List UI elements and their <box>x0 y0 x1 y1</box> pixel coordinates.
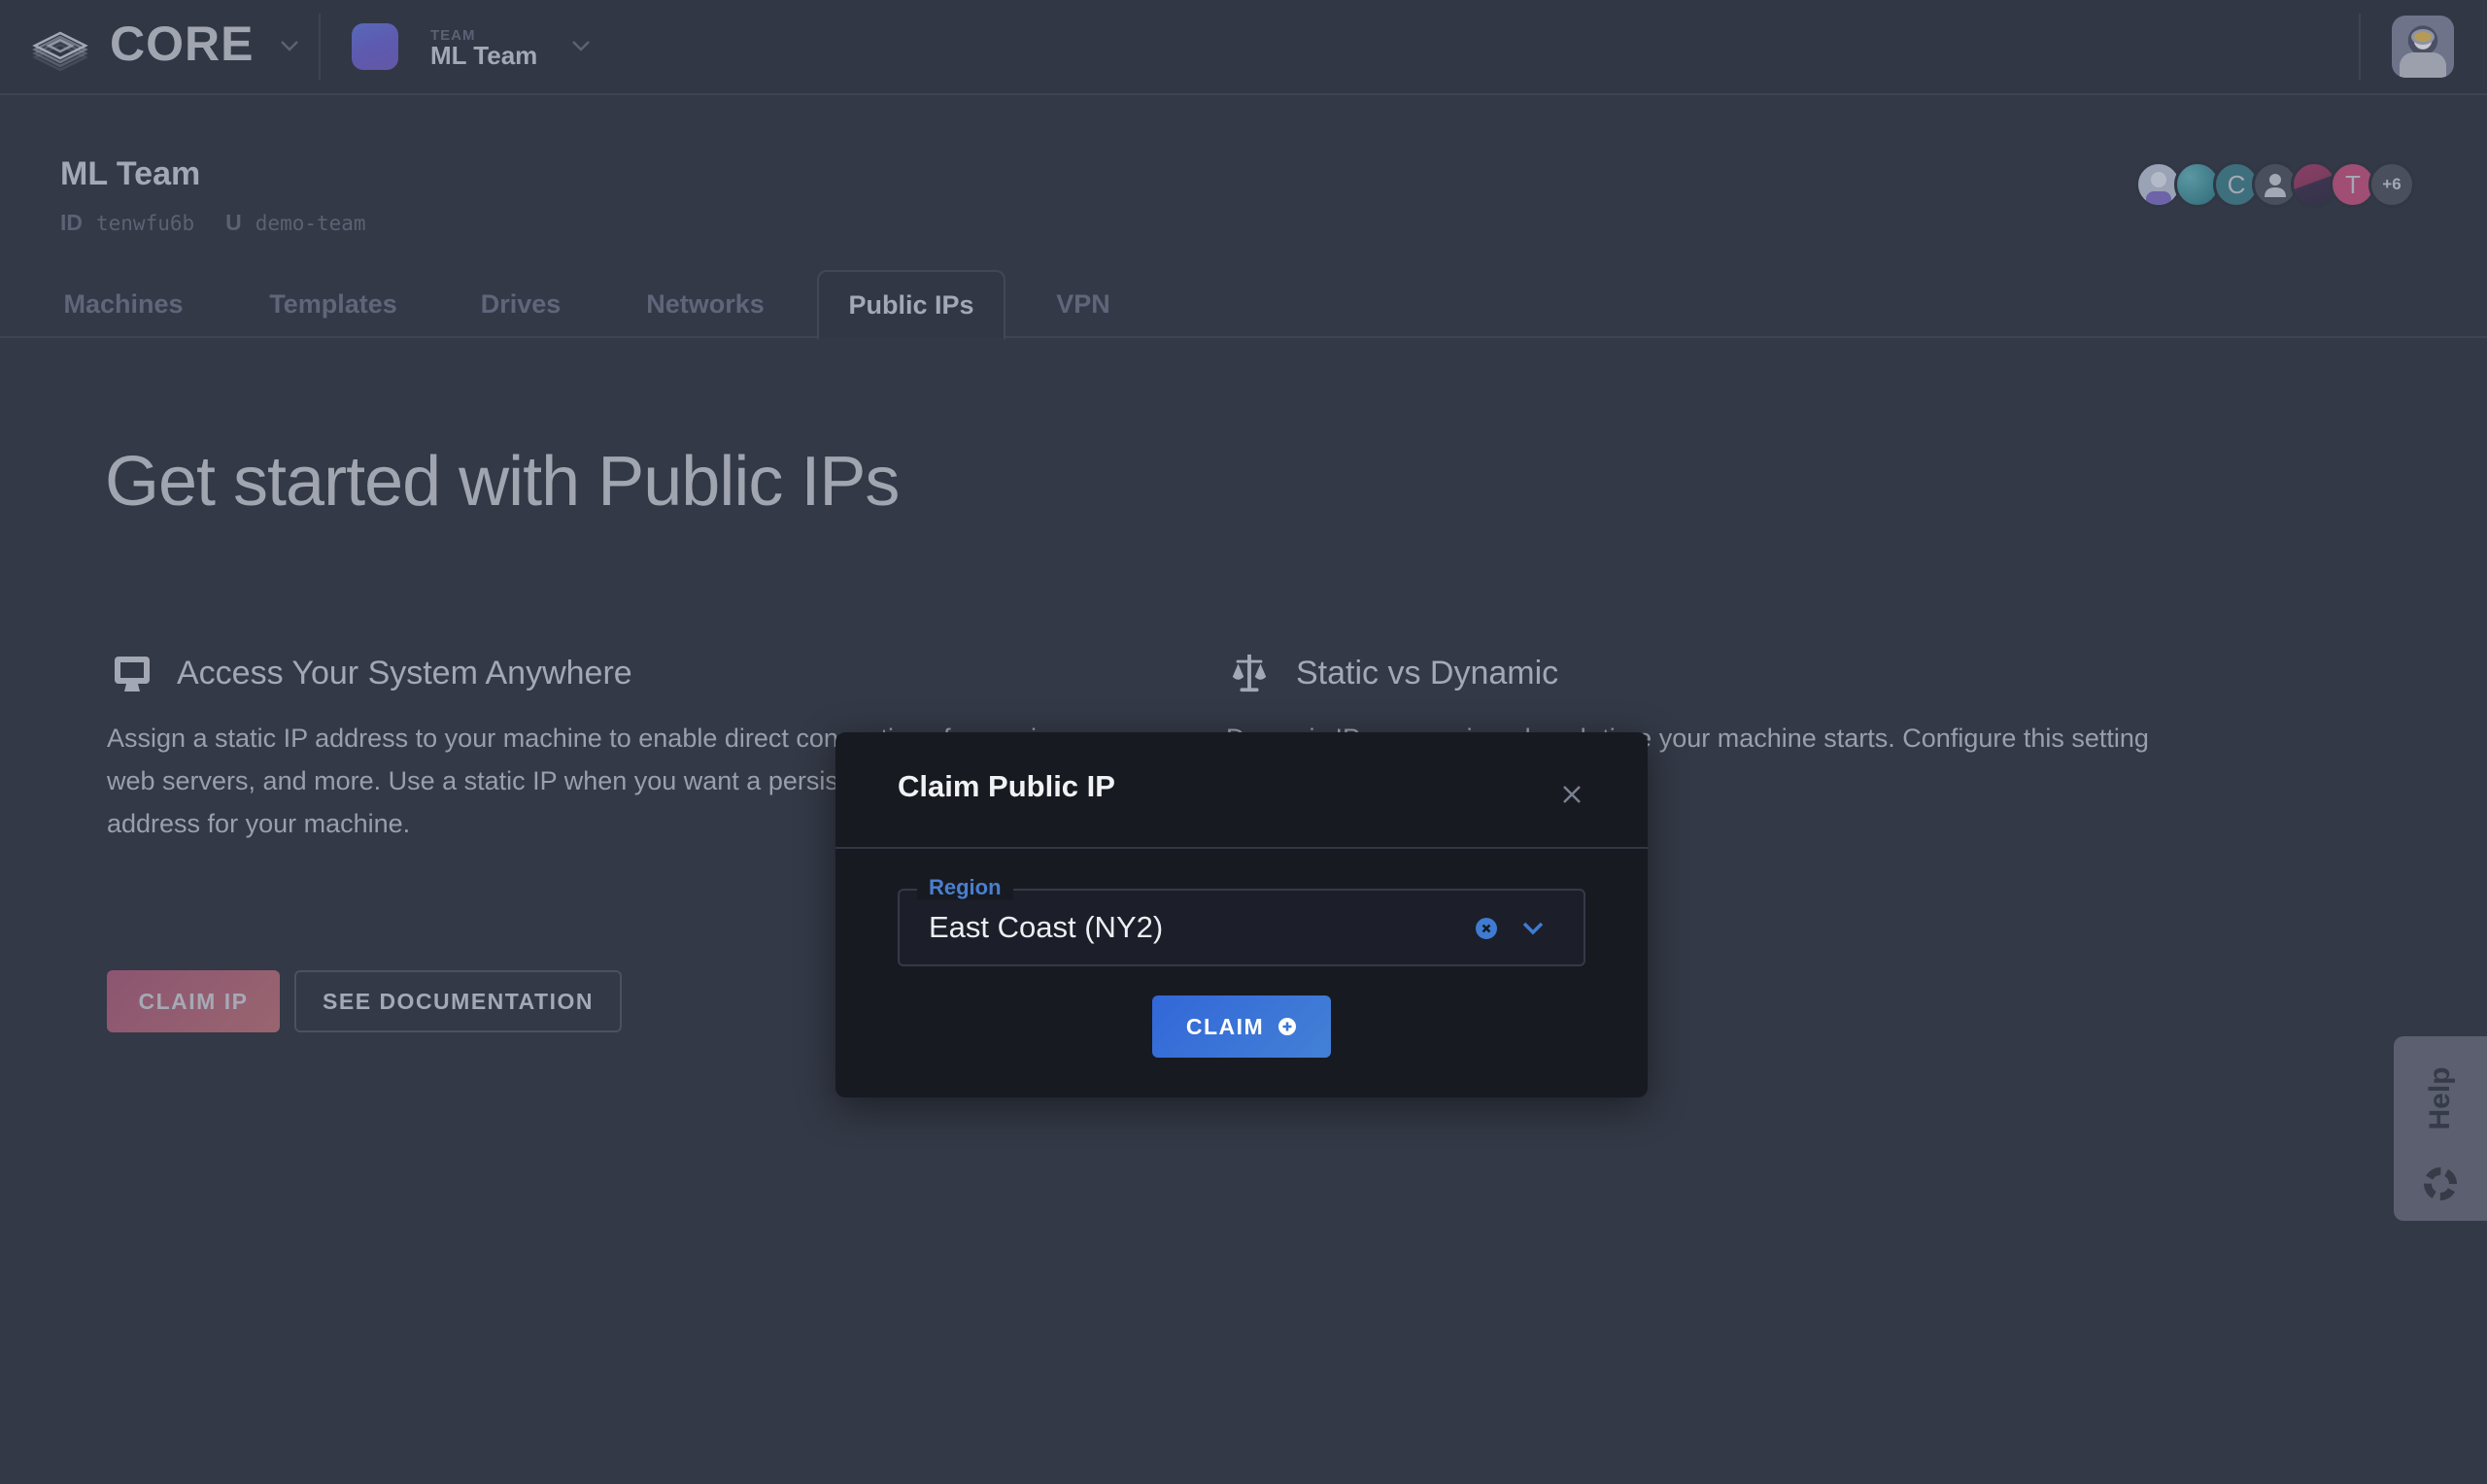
top-bar: CORE TEAM ML Team <box>0 0 2487 95</box>
hero-heading: Get started with Public IPs <box>105 443 900 521</box>
region-value: East Coast (NY2) <box>929 910 1164 944</box>
user-avatar[interactable] <box>2392 16 2454 78</box>
claim-label: CLAIM <box>1185 1013 1265 1039</box>
brand-name[interactable]: CORE <box>110 16 254 72</box>
more-members-badge[interactable]: +6 <box>2368 161 2415 208</box>
astronaut-suit <box>2400 52 2446 78</box>
close-icon <box>1563 786 1581 803</box>
chevron-down-icon[interactable] <box>1521 920 1545 937</box>
core-logo-icon <box>32 31 88 72</box>
monitor-icon <box>115 657 150 691</box>
team-meta: ID tenwfu6b U demo-team <box>60 210 384 236</box>
modal-divider <box>835 847 1648 849</box>
person-photo-icon <box>2146 172 2171 205</box>
see-documentation-button[interactable]: SEE DOCUMENTATION <box>294 970 622 1032</box>
feature-title: Access Your System Anywhere <box>177 655 632 691</box>
tab-bar: Machines Templates Drives Networks Publi… <box>0 270 2487 340</box>
claim-public-ip-modal: Claim Public IP Region East Coast (NY2) … <box>835 732 1648 1097</box>
divider <box>2359 14 2361 80</box>
divider <box>319 14 321 80</box>
chevron-down-icon[interactable] <box>279 39 300 52</box>
close-button[interactable] <box>1552 775 1591 814</box>
modal-title: Claim Public IP <box>898 769 1115 803</box>
claim-button[interactable]: CLAIM <box>1152 995 1331 1058</box>
chevron-down-icon[interactable] <box>570 39 592 52</box>
member-initial: C <box>2227 169 2246 199</box>
more-count: +6 <box>2382 175 2402 193</box>
tab-public-ips[interactable]: Public IPs <box>817 270 1005 340</box>
tab-templates[interactable]: Templates <box>255 270 412 338</box>
user-placeholder-icon <box>2265 174 2286 197</box>
team-avatar[interactable] <box>352 23 398 70</box>
id-value: tenwfu6b <box>96 212 195 235</box>
astronaut-visor <box>2411 29 2435 45</box>
team-members[interactable]: C T +6 <box>2135 161 2415 212</box>
team-switcher-name[interactable]: ML Team <box>430 41 537 71</box>
help-label: Help <box>2424 1066 2456 1130</box>
claim-ip-button[interactable]: CLAIM IP <box>107 970 280 1032</box>
tab-vpn[interactable]: VPN <box>1041 270 1125 338</box>
help-tab[interactable]: Help <box>2394 1036 2487 1221</box>
tab-drives[interactable]: Drives <box>464 270 577 338</box>
id-label: ID <box>60 210 83 235</box>
scale-icon <box>1232 654 1267 692</box>
clear-selection-icon[interactable] <box>1475 917 1498 940</box>
tab-machines[interactable]: Machines <box>43 270 204 338</box>
member-initial: T <box>2345 169 2361 199</box>
tab-networks[interactable]: Networks <box>631 270 779 338</box>
lifebuoy-icon <box>2424 1167 2457 1200</box>
region-label: Region <box>917 875 1013 900</box>
region-select[interactable]: Region East Coast (NY2) <box>898 875 1585 966</box>
plus-circle-icon <box>1278 1018 1297 1035</box>
feature-title: Static vs Dynamic <box>1296 655 1559 691</box>
u-value: demo-team <box>255 212 366 235</box>
u-label: U <box>225 210 242 235</box>
page-title: ML Team <box>60 155 201 192</box>
